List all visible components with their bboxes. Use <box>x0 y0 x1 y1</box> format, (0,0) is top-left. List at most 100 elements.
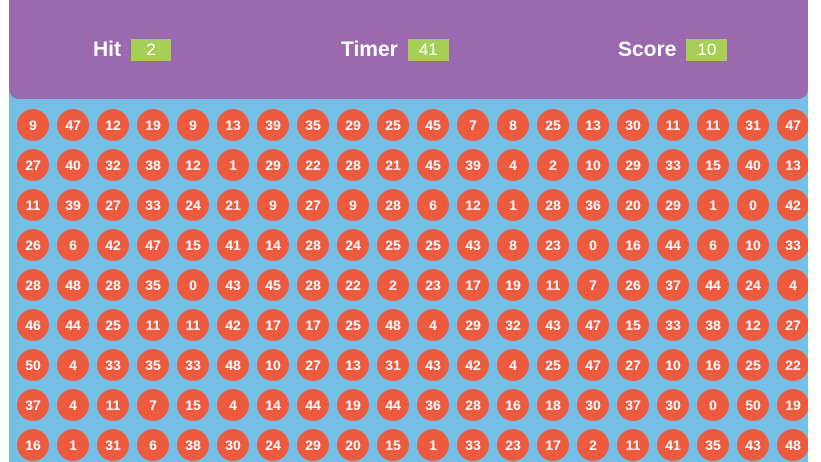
number-ball[interactable]: 28 <box>97 269 129 301</box>
number-ball[interactable]: 44 <box>657 229 689 261</box>
number-ball[interactable]: 29 <box>457 309 489 341</box>
number-ball[interactable]: 37 <box>617 389 649 421</box>
number-ball[interactable]: 28 <box>297 269 329 301</box>
number-ball[interactable]: 1 <box>697 189 729 221</box>
number-ball[interactable]: 42 <box>777 189 808 221</box>
number-ball[interactable]: 44 <box>377 389 409 421</box>
number-ball[interactable]: 10 <box>657 349 689 381</box>
number-ball[interactable]: 29 <box>617 149 649 181</box>
number-ball[interactable]: 25 <box>377 109 409 141</box>
number-ball[interactable]: 33 <box>657 149 689 181</box>
number-ball[interactable]: 50 <box>17 349 49 381</box>
number-ball[interactable]: 43 <box>537 309 569 341</box>
number-ball[interactable]: 30 <box>577 389 609 421</box>
number-ball[interactable]: 4 <box>777 269 808 301</box>
number-ball[interactable]: 0 <box>177 269 209 301</box>
number-ball[interactable]: 30 <box>217 429 249 461</box>
number-ball[interactable]: 27 <box>617 349 649 381</box>
number-ball[interactable]: 24 <box>257 429 289 461</box>
number-ball[interactable]: 38 <box>177 429 209 461</box>
number-ball[interactable]: 0 <box>577 229 609 261</box>
number-ball[interactable]: 47 <box>777 109 808 141</box>
number-ball[interactable]: 16 <box>617 229 649 261</box>
number-ball[interactable]: 11 <box>137 309 169 341</box>
number-ball[interactable]: 14 <box>257 229 289 261</box>
number-ball[interactable]: 17 <box>457 269 489 301</box>
number-ball[interactable]: 1 <box>497 189 529 221</box>
number-ball[interactable]: 36 <box>577 189 609 221</box>
number-ball[interactable]: 35 <box>697 429 729 461</box>
number-ball[interactable]: 15 <box>617 309 649 341</box>
number-ball[interactable]: 11 <box>657 109 689 141</box>
number-ball[interactable]: 15 <box>697 149 729 181</box>
number-ball[interactable]: 47 <box>137 229 169 261</box>
number-ball[interactable]: 17 <box>537 429 569 461</box>
number-ball[interactable]: 48 <box>777 429 808 461</box>
number-ball[interactable]: 45 <box>417 149 449 181</box>
number-ball[interactable]: 12 <box>737 309 769 341</box>
number-ball[interactable]: 27 <box>17 149 49 181</box>
number-ball[interactable]: 45 <box>417 109 449 141</box>
number-ball[interactable]: 44 <box>57 309 89 341</box>
number-ball[interactable]: 26 <box>17 229 49 261</box>
number-ball[interactable]: 42 <box>97 229 129 261</box>
number-ball[interactable]: 44 <box>697 269 729 301</box>
number-ball[interactable]: 9 <box>17 109 49 141</box>
number-ball[interactable]: 6 <box>697 229 729 261</box>
number-ball[interactable]: 29 <box>257 149 289 181</box>
number-ball[interactable]: 22 <box>297 149 329 181</box>
number-ball[interactable]: 32 <box>497 309 529 341</box>
number-ball[interactable]: 25 <box>97 309 129 341</box>
number-ball[interactable]: 19 <box>497 269 529 301</box>
number-ball[interactable]: 37 <box>17 389 49 421</box>
number-ball[interactable]: 27 <box>297 349 329 381</box>
number-ball[interactable]: 29 <box>657 189 689 221</box>
number-ball[interactable]: 32 <box>97 149 129 181</box>
number-ball[interactable]: 41 <box>657 429 689 461</box>
number-ball[interactable]: 9 <box>257 189 289 221</box>
number-ball[interactable]: 35 <box>297 109 329 141</box>
number-ball[interactable]: 18 <box>537 389 569 421</box>
number-ball[interactable]: 0 <box>737 189 769 221</box>
number-ball[interactable]: 47 <box>577 309 609 341</box>
number-ball[interactable]: 14 <box>257 389 289 421</box>
number-ball[interactable]: 4 <box>497 349 529 381</box>
number-ball[interactable]: 6 <box>417 189 449 221</box>
number-ball[interactable]: 44 <box>297 389 329 421</box>
number-ball[interactable]: 10 <box>737 229 769 261</box>
number-ball[interactable]: 47 <box>577 349 609 381</box>
number-ball[interactable]: 17 <box>257 309 289 341</box>
number-ball[interactable]: 33 <box>777 229 808 261</box>
number-ball[interactable]: 31 <box>737 109 769 141</box>
number-ball[interactable]: 11 <box>177 309 209 341</box>
number-ball[interactable]: 28 <box>457 389 489 421</box>
number-ball[interactable]: 39 <box>457 149 489 181</box>
number-ball[interactable]: 10 <box>577 149 609 181</box>
number-ball[interactable]: 46 <box>17 309 49 341</box>
number-ball[interactable]: 25 <box>337 309 369 341</box>
number-ball[interactable]: 10 <box>257 349 289 381</box>
number-ball[interactable]: 39 <box>257 109 289 141</box>
number-ball[interactable]: 38 <box>697 309 729 341</box>
number-ball[interactable]: 4 <box>417 309 449 341</box>
number-ball[interactable]: 25 <box>537 109 569 141</box>
number-ball[interactable]: 33 <box>177 349 209 381</box>
number-ball[interactable]: 48 <box>377 309 409 341</box>
number-ball[interactable]: 25 <box>737 349 769 381</box>
number-ball[interactable]: 35 <box>137 269 169 301</box>
number-ball[interactable]: 19 <box>777 389 808 421</box>
number-ball[interactable]: 24 <box>337 229 369 261</box>
number-ball[interactable]: 28 <box>17 269 49 301</box>
number-ball[interactable]: 13 <box>777 149 808 181</box>
number-ball[interactable]: 9 <box>337 189 369 221</box>
number-ball[interactable]: 2 <box>577 429 609 461</box>
number-ball[interactable]: 42 <box>457 349 489 381</box>
number-ball[interactable]: 48 <box>217 349 249 381</box>
number-ball[interactable]: 12 <box>457 189 489 221</box>
number-ball[interactable]: 13 <box>217 109 249 141</box>
number-ball[interactable]: 41 <box>217 229 249 261</box>
number-ball[interactable]: 25 <box>537 349 569 381</box>
number-ball[interactable]: 40 <box>57 149 89 181</box>
number-ball[interactable]: 8 <box>497 229 529 261</box>
number-ball[interactable]: 39 <box>57 189 89 221</box>
